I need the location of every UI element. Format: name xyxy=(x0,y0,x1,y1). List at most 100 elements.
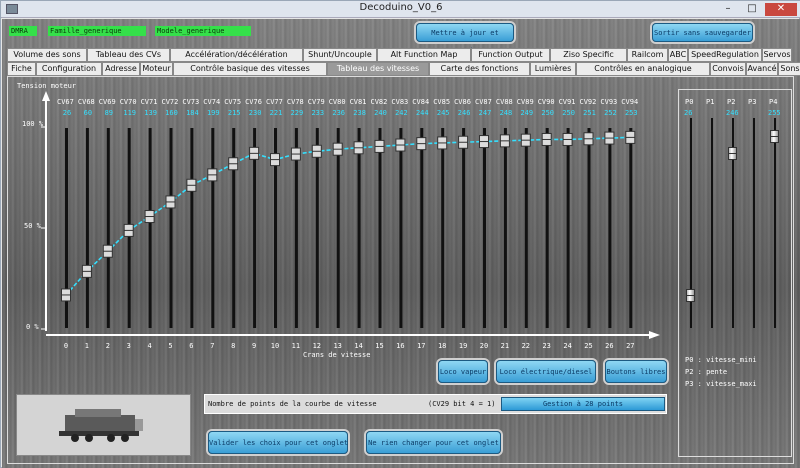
x-tick-label: 8 xyxy=(231,342,235,350)
cv-name-label: CV79 xyxy=(307,98,325,106)
speed-slider-track xyxy=(587,128,591,328)
y-axis-title: Tension moteur xyxy=(17,82,77,90)
param-legend-p0: P0 : vitesse_mini xyxy=(685,356,757,364)
cv-name-label: CV84 xyxy=(412,98,430,106)
cv-name-label: CV89 xyxy=(516,98,534,106)
speed-slider-track xyxy=(441,128,445,328)
cv-name-label: CV71 xyxy=(140,98,158,106)
speed-slider-track xyxy=(357,128,361,328)
speed-slider-track xyxy=(148,128,152,328)
cv-value-label: 215 xyxy=(227,109,241,117)
x-tick-label: 2 xyxy=(106,342,110,350)
speed-slider-track xyxy=(545,128,549,328)
cv-value-label: 26 xyxy=(62,109,72,117)
x-tick-label: 1 xyxy=(85,342,89,350)
cv-name-label: CV81 xyxy=(349,98,367,106)
cv-name-label: CV91 xyxy=(558,98,576,106)
cv-name-label: CV94 xyxy=(621,98,639,106)
param-value-p0: 26 xyxy=(684,109,693,117)
app-window: Decoduino_V0_6 – □ ✕ DMRA Famille_generi… xyxy=(0,0,800,468)
x-axis-title: Crans de vitesse xyxy=(303,351,371,359)
speed-slider-track xyxy=(85,128,89,328)
cv-value-label: 221 xyxy=(269,109,283,117)
free-buttons-button[interactable]: Boutons libres xyxy=(605,360,667,383)
x-tick-label: 13 xyxy=(333,342,341,350)
cv-value-label: 253 xyxy=(624,109,638,117)
speed-slider-track xyxy=(106,128,110,328)
param-name-p4: P4 xyxy=(769,98,778,106)
cv-name-label: CV87 xyxy=(475,98,492,106)
cv-name-label: CV90 xyxy=(537,98,555,106)
x-tick-label: 24 xyxy=(563,342,571,350)
speed-slider-track xyxy=(169,128,173,328)
cv-value-label: 238 xyxy=(353,109,366,117)
cv-value-label: 244 xyxy=(415,109,429,117)
x-tick-label: 11 xyxy=(292,342,300,350)
param-slider-knob-p4[interactable] xyxy=(770,130,779,143)
x-tick-label: 18 xyxy=(438,342,446,350)
speed-slider-track xyxy=(566,128,570,328)
speed-slider-track xyxy=(629,128,633,328)
no-change-tab-button[interactable]: Ne rien changer pour cet onglet xyxy=(366,431,501,454)
speed-slider-track xyxy=(503,128,507,328)
speed-slider-track xyxy=(399,128,403,328)
param-slider-knob-p0[interactable] xyxy=(686,288,695,302)
cv-name-label: CV76 xyxy=(245,98,262,106)
cv-name-label: CV74 xyxy=(203,98,221,106)
param-slider-track xyxy=(774,118,776,328)
x-tick-label: 22 xyxy=(522,342,530,350)
x-tick-label: 5 xyxy=(168,342,172,350)
param-name-p1: P1 xyxy=(706,98,715,106)
cv-name-label: CV78 xyxy=(286,98,304,106)
speed-slider-track xyxy=(315,128,319,328)
loco-electric-button[interactable]: Loco électrique/diesel xyxy=(496,360,596,383)
param-slider-track xyxy=(753,118,755,328)
x-tick-label: 9 xyxy=(252,342,256,350)
validate-tab-button[interactable]: Valider les choix pour cet onglet xyxy=(208,431,348,454)
cv-value-label: 229 xyxy=(290,109,304,117)
x-tick-label: 27 xyxy=(626,342,634,350)
cv-value-label: 250 xyxy=(562,109,575,117)
x-tick-label: 23 xyxy=(542,342,550,350)
param-slider-knob-p2[interactable] xyxy=(728,147,737,161)
y-axis-arrow xyxy=(42,91,50,101)
param-legend-p2: P2 : pente xyxy=(685,368,728,376)
cv-name-label: CV82 xyxy=(370,98,388,106)
cv-value-label: 250 xyxy=(541,109,555,117)
y-tick-0: 0 % xyxy=(26,323,39,331)
cv-name-label: CV88 xyxy=(495,98,513,106)
cv-value-label: 233 xyxy=(311,109,325,117)
cv-value-label: 119 xyxy=(123,109,137,117)
cv-value-label: 247 xyxy=(478,109,492,117)
cv-name-label: CV83 xyxy=(391,98,409,106)
cv-name-label: CV86 xyxy=(454,98,471,106)
param-value-p4: 255 xyxy=(768,109,781,117)
cv-value-label: 240 xyxy=(374,109,387,117)
cv-value-label: 245 xyxy=(436,109,450,117)
x-tick-label: 25 xyxy=(584,342,592,350)
loco-steam-button[interactable]: Loco vapeur xyxy=(438,360,488,383)
x-tick-label: 17 xyxy=(417,342,425,350)
param-name-p2: P2 xyxy=(727,98,736,106)
locomotive-icon xyxy=(59,409,143,442)
cv-name-label: CV70 xyxy=(119,98,137,106)
x-tick-label: 19 xyxy=(459,342,467,350)
curve-points-label: Nombre de points de la courbe de vitesse xyxy=(208,400,377,408)
cv-value-label: 60 xyxy=(83,109,93,117)
cv-name-label: CV75 xyxy=(224,98,242,106)
cv-value-label: 248 xyxy=(499,109,513,117)
speed-slider-track xyxy=(524,128,528,328)
x-tick-label: 15 xyxy=(375,342,383,350)
x-axis-arrow xyxy=(649,331,660,339)
cv-value-label: 236 xyxy=(332,109,346,117)
cv-value-label: 139 xyxy=(144,109,157,117)
cv-name-label: CV73 xyxy=(182,98,200,106)
x-tick-label: 0 xyxy=(64,342,68,350)
param-name-p3: P3 xyxy=(748,98,757,106)
x-tick-label: 6 xyxy=(189,342,193,350)
y-tick-50: 50 % xyxy=(24,222,41,230)
speed-slider-track xyxy=(190,128,194,328)
param-legend-p3: P3 : vitesse_maxi xyxy=(685,380,757,388)
points-mode-select[interactable]: Gestion à 28 points xyxy=(501,397,665,411)
cv-value-label: 199 xyxy=(206,109,220,117)
